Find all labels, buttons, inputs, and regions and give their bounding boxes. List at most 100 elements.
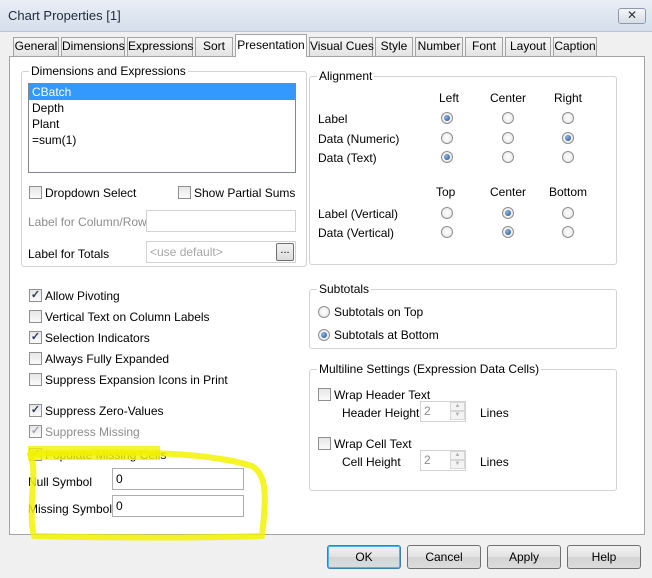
tab-style[interactable]: Style xyxy=(375,37,413,56)
align-row-label-vertical: Label (Vertical) xyxy=(318,207,399,221)
close-button[interactable]: ✕ xyxy=(618,8,646,24)
spinner-up-icon[interactable]: ▲ xyxy=(450,402,465,411)
header-height-spinner[interactable]: 2 ▲ ▼ xyxy=(420,401,466,422)
vertical-text-label: Vertical Text on Column Labels xyxy=(45,310,210,324)
cancel-button[interactable]: Cancel xyxy=(407,545,481,569)
list-item[interactable]: =sum(1) xyxy=(29,132,295,148)
align-label-center-radio[interactable] xyxy=(502,112,514,124)
tab-sort[interactable]: Sort xyxy=(195,37,233,56)
suppress-expansion-icons-checkbox[interactable] xyxy=(29,373,42,386)
align-col-right: Right xyxy=(554,91,583,105)
list-item[interactable]: CBatch xyxy=(29,84,295,100)
allow-pivoting-checkbox[interactable]: ✓ xyxy=(29,289,42,302)
cell-height-value: 2 xyxy=(424,453,431,467)
help-button[interactable]: Help xyxy=(567,545,641,569)
suppress-expansion-icons-label: Suppress Expansion Icons in Print xyxy=(45,373,228,387)
align-row-data-vertical: Data (Vertical) xyxy=(318,226,395,240)
label-col-row-label: Label for Column/Row xyxy=(28,215,147,229)
missing-symbol-label: Missing Symbol xyxy=(28,502,113,516)
subtotals-at-bottom-label: Subtotals at Bottom xyxy=(334,328,439,342)
align-col-vcenter: Center xyxy=(490,185,527,199)
null-symbol-label: Null Symbol xyxy=(28,475,93,489)
align-numeric-right-radio[interactable] xyxy=(562,132,574,144)
align-col-left: Left xyxy=(439,91,460,105)
group-title: Subtotals xyxy=(317,282,372,296)
align-row-data-text: Data (Text) xyxy=(318,151,377,165)
cell-height-unit: Lines xyxy=(480,455,509,469)
label-for-totals-placeholder: <use default> xyxy=(150,245,223,259)
align-datav-center-radio[interactable] xyxy=(502,226,514,238)
align-numeric-center-radio[interactable] xyxy=(502,132,514,144)
header-height-unit: Lines xyxy=(480,406,509,420)
label-for-totals-input[interactable]: <use default> xyxy=(146,241,296,263)
spinner-down-icon[interactable]: ▼ xyxy=(450,460,465,469)
header-height-label: Header Height xyxy=(342,406,420,420)
apply-button[interactable]: Apply xyxy=(487,545,561,569)
populate-missing-cells-label: Populate Missing Cells xyxy=(45,448,167,462)
wrap-cell-text-checkbox[interactable] xyxy=(318,437,331,450)
dimensions-expressions-list[interactable]: CBatch Depth Plant =sum(1) xyxy=(28,83,296,173)
tab-presentation[interactable]: Presentation xyxy=(235,34,307,57)
list-item[interactable]: Plant xyxy=(29,116,295,132)
label-for-totals-button[interactable]: ... xyxy=(276,243,294,261)
wrap-header-text-label: Wrap Header Text xyxy=(334,388,431,402)
spinner-up-icon[interactable]: ▲ xyxy=(450,451,465,460)
dropdown-select-checkbox[interactable] xyxy=(29,186,42,199)
tab-font[interactable]: Font xyxy=(465,37,503,56)
subtotals-on-top-radio[interactable] xyxy=(318,306,330,318)
tab-number[interactable]: Number xyxy=(415,37,463,56)
align-numeric-left-radio[interactable] xyxy=(441,132,453,144)
align-labelv-center-radio[interactable] xyxy=(502,207,514,219)
align-labelv-top-radio[interactable] xyxy=(441,207,453,219)
selection-indicators-checkbox[interactable]: ✓ xyxy=(29,331,42,344)
wrap-cell-text-label: Wrap Cell Text xyxy=(334,437,412,451)
suppress-missing-label: Suppress Missing xyxy=(45,425,140,439)
missing-symbol-input[interactable]: 0 xyxy=(112,495,244,517)
populate-missing-cells-checkbox[interactable]: ✓ xyxy=(29,448,42,461)
tab-dimensions[interactable]: Dimensions xyxy=(61,37,125,56)
label-for-totals-label: Label for Totals xyxy=(28,247,110,261)
align-col-center: Center xyxy=(490,91,527,105)
cell-height-spinner[interactable]: 2 ▲ ▼ xyxy=(420,450,466,471)
always-expanded-checkbox[interactable] xyxy=(29,352,42,365)
title-bar: Chart Properties [1] ✕ xyxy=(0,0,652,32)
show-partial-sums-label: Show Partial Sums xyxy=(194,186,296,200)
tab-layout[interactable]: Layout xyxy=(505,37,551,56)
cell-height-label: Cell Height xyxy=(342,455,401,469)
always-expanded-label: Always Fully Expanded xyxy=(45,352,170,366)
tab-visual-cues[interactable]: Visual Cues xyxy=(309,37,374,56)
tab-general[interactable]: General xyxy=(13,37,59,56)
show-partial-sums-checkbox[interactable] xyxy=(178,186,191,199)
window-title: Chart Properties [1] xyxy=(8,8,121,23)
align-text-center-radio[interactable] xyxy=(502,151,514,163)
ok-button[interactable]: OK xyxy=(327,545,401,569)
group-title: Multiline Settings (Expression Data Cell… xyxy=(317,362,542,376)
tab-caption[interactable]: Caption xyxy=(553,37,597,56)
align-labelv-bottom-radio[interactable] xyxy=(562,207,574,219)
wrap-header-text-checkbox[interactable] xyxy=(318,388,331,401)
presentation-panel: Dimensions and Expressions CBatch Depth … xyxy=(9,56,645,535)
align-col-bottom: Bottom xyxy=(549,185,588,199)
align-label-left-radio[interactable] xyxy=(441,112,453,124)
align-datav-top-radio[interactable] xyxy=(441,226,453,238)
null-symbol-input[interactable]: 0 xyxy=(112,468,244,490)
label-col-row-input[interactable] xyxy=(146,210,296,232)
suppress-zero-values-label: Suppress Zero-Values xyxy=(45,404,164,418)
suppress-zero-values-checkbox[interactable]: ✓ xyxy=(29,404,42,417)
group-title: Alignment xyxy=(317,69,375,83)
tab-expressions[interactable]: Expressions xyxy=(127,37,193,56)
align-col-top: Top xyxy=(436,185,456,199)
align-text-right-radio[interactable] xyxy=(562,151,574,163)
vertical-text-checkbox[interactable] xyxy=(29,310,42,323)
header-height-value: 2 xyxy=(424,404,431,418)
align-text-left-radio[interactable] xyxy=(441,151,453,163)
spinner-down-icon[interactable]: ▼ xyxy=(450,411,465,420)
align-datav-bottom-radio[interactable] xyxy=(562,226,574,238)
allow-pivoting-label: Allow Pivoting xyxy=(45,289,120,303)
list-item[interactable]: Depth xyxy=(29,100,295,116)
dropdown-select-label: Dropdown Select xyxy=(45,186,137,200)
suppress-missing-checkbox[interactable]: ✓ xyxy=(29,425,42,438)
chart-properties-dialog: Chart Properties [1] ✕ General Dimension… xyxy=(0,0,652,578)
align-label-right-radio[interactable] xyxy=(562,112,574,124)
subtotals-at-bottom-radio[interactable] xyxy=(318,329,330,341)
